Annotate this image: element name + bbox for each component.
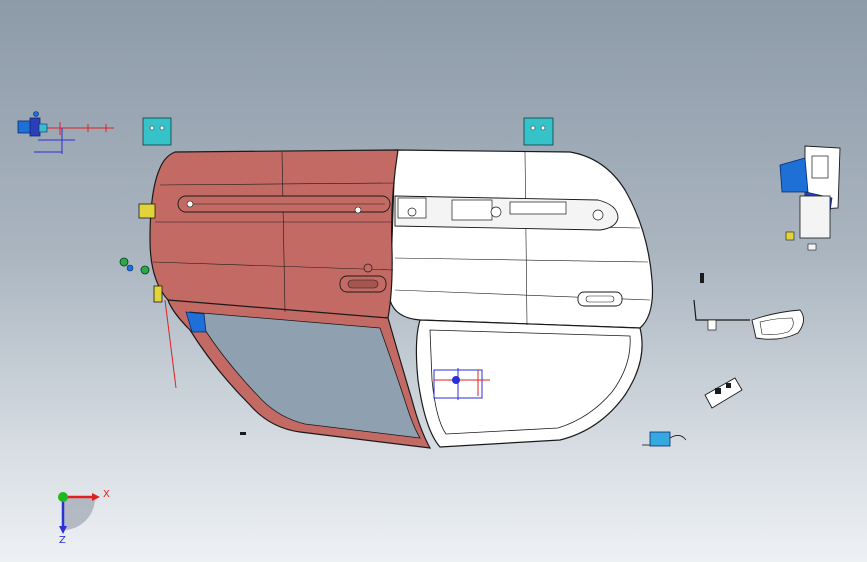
striker-plate[interactable] bbox=[704, 377, 743, 409]
lock-module[interactable] bbox=[779, 145, 841, 251]
lower-hinge bbox=[153, 285, 163, 303]
datum-component-left[interactable] bbox=[17, 111, 114, 155]
upper-hinge bbox=[138, 203, 156, 219]
fastener-clips[interactable] bbox=[119, 257, 150, 275]
orientation-triad[interactable]: X Z bbox=[58, 489, 110, 546]
cad-scene[interactable]: X Z bbox=[0, 0, 867, 562]
loose-screw bbox=[240, 432, 246, 435]
cad-viewport[interactable]: X Z bbox=[0, 0, 867, 562]
door-inner-mechanism bbox=[394, 195, 619, 231]
wire-connector[interactable] bbox=[642, 431, 687, 447]
x-arrow-icon bbox=[92, 493, 100, 501]
door-outer-skin bbox=[149, 149, 399, 319]
door-assembly[interactable] bbox=[138, 149, 654, 449]
latch-bracket[interactable] bbox=[693, 273, 804, 340]
y-axis-point bbox=[58, 492, 68, 502]
triad-plane bbox=[63, 498, 95, 530]
z-axis-label: Z bbox=[59, 535, 66, 546]
z-arrow-icon bbox=[59, 526, 67, 534]
x-axis-label: X bbox=[103, 489, 110, 500]
door-window-frame-right bbox=[415, 319, 643, 448]
cyan-bracket-right[interactable] bbox=[523, 117, 554, 146]
cyan-bracket-left[interactable] bbox=[142, 117, 172, 146]
reference-line bbox=[164, 299, 177, 389]
